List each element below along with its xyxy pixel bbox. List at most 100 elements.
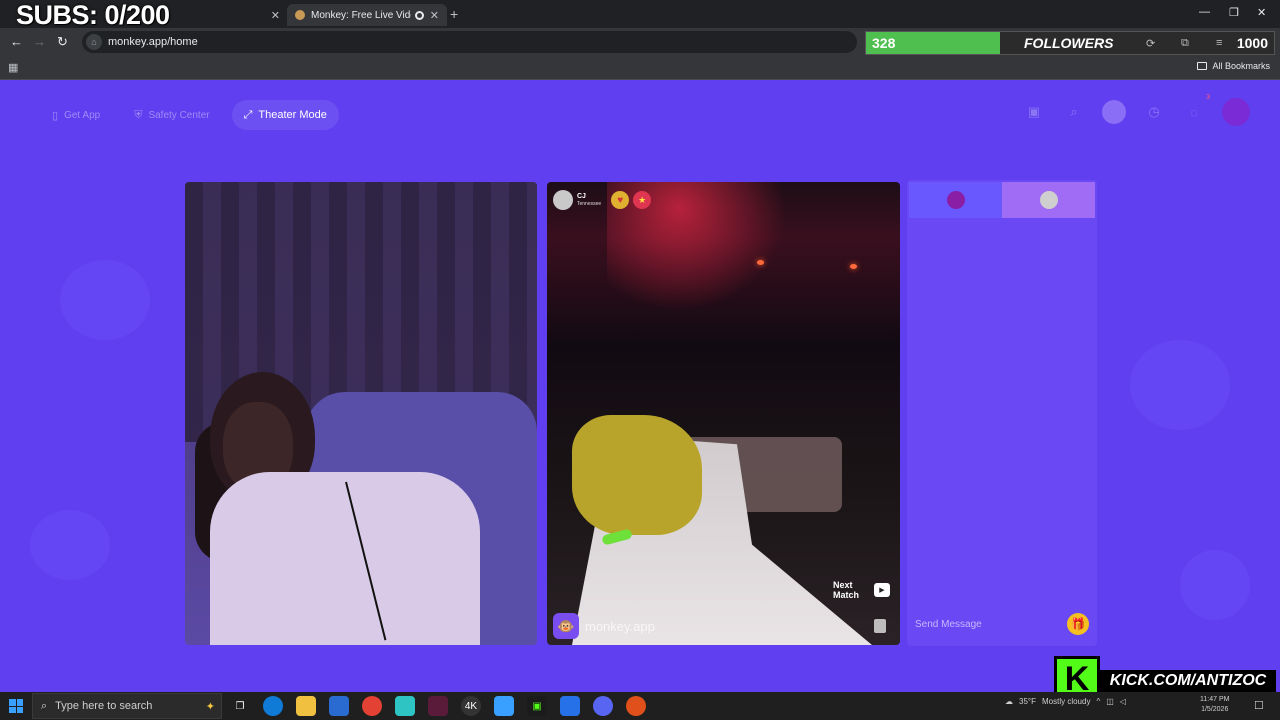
all-bookmarks-label: All Bookmarks	[1212, 61, 1270, 71]
ceiling-light	[757, 260, 764, 265]
background-blob	[1180, 550, 1250, 620]
person-shirt	[210, 472, 480, 645]
back-icon[interactable]: ←	[10, 34, 23, 49]
browser-tabstrip: ✕ Monkey: Free Live Video Ch ✕ + — ❐ ✕	[0, 0, 1280, 28]
chat-panel: Send Message 🎁	[907, 180, 1097, 646]
chrome-icon[interactable]	[362, 696, 382, 716]
app-icon[interactable]	[395, 696, 415, 716]
speaker-icon[interactable]: ◁	[1120, 697, 1126, 706]
search-highlight-icon: ✦	[205, 700, 215, 713]
get-app-button[interactable]: ▯ Get App	[40, 100, 112, 130]
badge-icon[interactable]: ★	[633, 191, 652, 209]
site-info-icon[interactable]: ⌂	[86, 34, 102, 50]
match-location: Tennessee	[577, 201, 602, 207]
task-view-icon[interactable]: ❐	[230, 696, 250, 716]
windows-taskbar: ⌕ Type here to search ✦ ❐ 4K ▣ ☁ 35°F Mo…	[0, 692, 1280, 720]
discord-icon[interactable]	[593, 696, 613, 716]
tray-chevron-icon[interactable]: ^	[1096, 697, 1100, 706]
background-blob	[60, 260, 150, 340]
taskbar-search-placeholder: Type here to search	[55, 700, 153, 712]
next-match-line-1: Next	[832, 580, 853, 590]
taskbar-search[interactable]: ⌕ Type here to search ✦	[32, 693, 222, 719]
notification-badge: 3	[1206, 94, 1210, 101]
app-icon[interactable]	[428, 696, 448, 716]
windows-start-icon[interactable]	[9, 699, 23, 713]
gift-icon[interactable]: 🎁	[1067, 613, 1089, 635]
self-video	[185, 182, 537, 645]
browser-tab-active[interactable]: Monkey: Free Live Video Ch ✕	[287, 4, 447, 26]
messages-icon[interactable]: ◌ 3	[1182, 94, 1210, 124]
friends-avatar-icon[interactable]	[1102, 100, 1126, 124]
monkey-favicon-icon	[295, 10, 305, 20]
file-explorer-icon[interactable]	[296, 696, 316, 716]
chat-placeholder: Send Message	[915, 618, 982, 630]
tab-title: Monkey: Free Live Video Ch	[311, 9, 411, 21]
match-avatar	[553, 190, 573, 210]
folder-icon	[1197, 62, 1208, 70]
weather-icon: ☁	[1005, 697, 1013, 706]
weather-text: Mostly cloudy	[1041, 697, 1091, 706]
all-bookmarks-button[interactable]: All Bookmarks	[1197, 61, 1270, 71]
edge-icon[interactable]	[263, 696, 283, 716]
maximize-icon[interactable]: ❐	[1229, 6, 1239, 19]
followers-goal-bar: 328 FOLLOWERS ⟳ ⧉ ≡ 1000	[865, 31, 1275, 55]
monkey-page: ▯ Get App ⛨ Safety Center ⤢ Theater Mode…	[0, 80, 1280, 692]
taskbar-apps: ❐ 4K ▣	[230, 696, 646, 716]
clock-time: 11:47 PM	[1200, 696, 1230, 703]
match-user-tag[interactable]: CJ Tennessee ♥ ★	[553, 190, 652, 210]
self-avatar-icon	[946, 191, 965, 209]
next-match-line-2: Match	[832, 590, 859, 600]
chat-tab-match[interactable]	[1002, 182, 1095, 218]
phone-icon: ▯	[52, 109, 59, 122]
next-match-key-icon[interactable]: ▶	[874, 583, 890, 597]
system-tray: ☁ 35°F Mostly cloudy ^ ◫ ◁	[1005, 697, 1126, 706]
notifications-icon[interactable]: ☐	[1254, 699, 1264, 712]
match-avatar-icon	[1039, 191, 1058, 209]
menu-icon: ≡	[1216, 37, 1223, 49]
tab-close-icon[interactable]: ✕	[430, 9, 439, 22]
clock-date: 1/5/2026	[1201, 706, 1229, 713]
search-icon[interactable]: ⌕	[1062, 100, 1086, 124]
profile-avatar[interactable]	[1222, 98, 1250, 126]
minimize-icon[interactable]: —	[1199, 6, 1210, 18]
app-icon[interactable]	[494, 696, 514, 716]
chat-input[interactable]: Send Message 🎁	[915, 610, 1089, 638]
history-icon[interactable]: ◷	[1142, 100, 1166, 124]
shop-icon[interactable]: ▣	[1022, 100, 1046, 124]
app-icon[interactable]	[626, 696, 646, 716]
brand-text: monkey.app	[585, 618, 655, 634]
tab-close-icon[interactable]: ✕	[271, 9, 280, 22]
app-icon[interactable]	[560, 696, 580, 716]
new-tab-button[interactable]: +	[450, 6, 458, 22]
theater-mode-label: Theater Mode	[258, 109, 327, 121]
network-icon[interactable]: ◫	[1106, 697, 1114, 706]
weather-temp: 35°F	[1019, 697, 1036, 706]
top-nav-right: ▣ ⌕ ◷ ◌ 3	[1022, 94, 1250, 126]
extensions-icon: ⟳	[1146, 38, 1156, 50]
get-app-label: Get App	[64, 109, 101, 121]
shield-icon: ⛨	[134, 108, 143, 121]
chat-tab-self[interactable]	[909, 182, 1002, 218]
cast-icon: ⧉	[1181, 37, 1189, 49]
address-url: monkey.app/home	[108, 36, 198, 48]
next-match-label[interactable]: Next Match	[833, 580, 859, 600]
window-close-icon[interactable]: ✕	[1257, 6, 1266, 19]
theater-mode-button[interactable]: ⤢ Theater Mode	[231, 100, 339, 130]
followers-label: FOLLOWERS	[1024, 35, 1114, 51]
chat-tabs	[909, 182, 1095, 218]
app-icon[interactable]: ▣	[527, 696, 547, 716]
store-icon[interactable]	[329, 696, 349, 716]
heart-icon[interactable]: ♥	[611, 191, 630, 209]
background-blob	[1130, 340, 1230, 430]
app-icon[interactable]: 4K	[461, 696, 481, 716]
taskbar-clock[interactable]: 11:47 PM 1/5/2026	[1200, 695, 1229, 715]
yellow-blanket	[572, 415, 702, 535]
top-nav-left: ▯ Get App ⛨ Safety Center ⤢ Theater Mode	[40, 100, 339, 130]
expand-icon: ⤢	[243, 108, 253, 121]
forward-icon[interactable]: →	[33, 34, 46, 49]
address-bar[interactable]: ⌂ monkey.app/home	[82, 31, 857, 53]
safety-center-button[interactable]: ⛨ Safety Center	[122, 100, 221, 130]
report-icon[interactable]	[874, 619, 886, 633]
apps-grid-icon[interactable]: ▦	[8, 61, 18, 74]
reload-icon[interactable]: ↻	[57, 34, 68, 50]
